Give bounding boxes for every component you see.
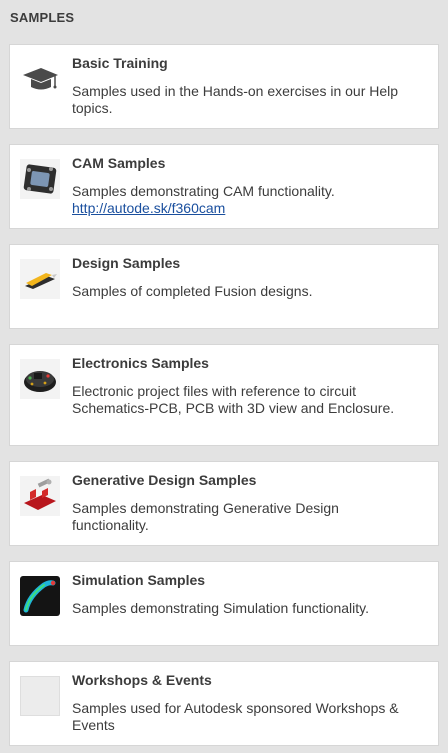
- sample-title: CAM Samples: [72, 155, 166, 171]
- sample-title: Simulation Samples: [72, 572, 206, 588]
- sample-title: Design Samples: [72, 255, 181, 271]
- sample-description: Electronic project files with reference …: [72, 383, 395, 416]
- sample-description-text: Samples demonstrating CAM functionality.: [72, 183, 335, 199]
- cam-part-thumbnail: [20, 159, 60, 199]
- sample-card-simulation[interactable]: Simulation Samples Samples demonstrating…: [9, 561, 439, 646]
- simulation-thumbnail: [20, 576, 60, 616]
- blank-thumbnail: [20, 676, 60, 716]
- sample-description: Samples used for Autodesk sponsored Work…: [72, 700, 399, 733]
- sample-description: Samples used in the Hands-on exercises i…: [72, 83, 399, 116]
- generative-part-thumbnail: [20, 476, 60, 516]
- cam-samples-link[interactable]: http://autode.sk/f360cam: [72, 200, 412, 217]
- graduation-cap-icon: [20, 59, 60, 99]
- sample-card-generative-design[interactable]: Generative Design Samples Samples demons…: [9, 461, 439, 546]
- sample-description: Samples demonstrating CAM functionality.…: [72, 183, 412, 217]
- section-title: SAMPLES: [10, 10, 75, 25]
- utility-knife-thumbnail: [20, 259, 60, 299]
- sample-card-workshops-events[interactable]: Workshops & Events Samples used for Auto…: [9, 661, 439, 746]
- sample-description: Samples of completed Fusion designs.: [72, 283, 313, 299]
- sample-description: Samples demonstrating Simulation functio…: [72, 600, 370, 616]
- sample-title: Generative Design Samples: [72, 472, 257, 488]
- sample-title: Basic Training: [72, 55, 168, 71]
- electronics-board-thumbnail: [20, 359, 60, 399]
- sample-card-design[interactable]: Design Samples Samples of completed Fusi…: [9, 244, 439, 329]
- sample-card-cam[interactable]: CAM Samples Samples demonstrating CAM fu…: [9, 144, 439, 229]
- sample-description: Samples demonstrating Generative Design …: [72, 500, 339, 533]
- sample-title: Electronics Samples: [72, 355, 209, 371]
- sample-card-basic-training[interactable]: Basic Training Samples used in the Hands…: [9, 44, 439, 129]
- sample-title: Workshops & Events: [72, 672, 212, 688]
- sample-card-electronics[interactable]: Electronics Samples Electronic project f…: [9, 344, 439, 446]
